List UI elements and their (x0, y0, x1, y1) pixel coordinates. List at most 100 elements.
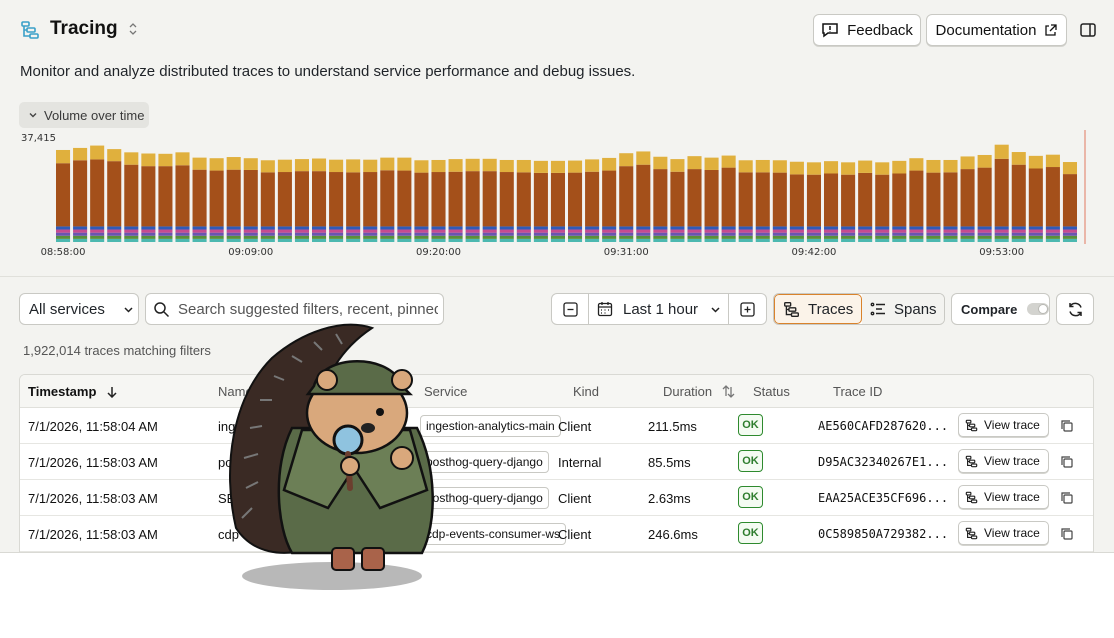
compare-toggle[interactable]: Compare (951, 293, 1050, 325)
chart-bar-secondary-segment[interactable] (414, 160, 429, 173)
chart-bar-primary-segment[interactable] (602, 170, 617, 227)
copy-icon[interactable] (1060, 491, 1074, 505)
chart-bar-secondary-segment[interactable] (636, 151, 651, 165)
chart-bar-primary-segment[interactable] (260, 172, 275, 227)
chart-bar-primary-segment[interactable] (73, 160, 88, 227)
chart-bar-primary-segment[interactable] (209, 170, 224, 227)
chart-bar-primary-segment[interactable] (243, 169, 258, 227)
chart-bar-secondary-segment[interactable] (226, 157, 241, 170)
chart-bar-primary-segment[interactable] (516, 172, 531, 227)
chart-bar-secondary-segment[interactable] (448, 159, 463, 172)
chart-bar-secondary-segment[interactable] (158, 153, 173, 167)
chart-bar-primary-segment[interactable] (892, 173, 907, 227)
chart-bar-primary-segment[interactable] (107, 161, 122, 227)
chart-bar-primary-segment[interactable] (858, 172, 873, 227)
chart-bar-primary-segment[interactable] (448, 171, 463, 227)
chart-bar-secondary-segment[interactable] (875, 162, 890, 175)
chart-bar-secondary-segment[interactable] (533, 160, 548, 173)
chart-bar-secondary-segment[interactable] (499, 159, 514, 173)
search-input[interactable] (178, 300, 438, 318)
chart-bar-secondary-segment[interactable] (772, 160, 787, 173)
view-trace-button[interactable]: View trace (958, 413, 1049, 437)
sort-icon[interactable] (722, 385, 735, 398)
chart-bar-primary-segment[interactable] (175, 165, 190, 227)
chart-bar-primary-segment[interactable] (824, 173, 839, 227)
chart-bar-secondary-segment[interactable] (209, 158, 224, 171)
chart-bar-primary-segment[interactable] (687, 169, 702, 227)
chart-bar-secondary-segment[interactable] (56, 149, 71, 164)
chart-bar-primary-segment[interactable] (465, 171, 480, 227)
chart-bar-primary-segment[interactable] (994, 158, 1009, 227)
chart-bar-primary-segment[interactable] (1045, 167, 1060, 227)
time-range-select[interactable]: Last 1 hour (589, 294, 729, 324)
chart-bar-secondary-segment[interactable] (977, 154, 992, 168)
chart-bar-primary-segment[interactable] (943, 172, 958, 227)
table-row[interactable]: 7/1/2026, 11:58:03 AM cdp cdp-events-con… (20, 516, 1093, 552)
chart-bar-primary-segment[interactable] (550, 172, 565, 227)
chart-bar-secondary-segment[interactable] (431, 159, 446, 173)
chart-bar-secondary-segment[interactable] (397, 157, 412, 171)
chart-bar-secondary-segment[interactable] (687, 156, 702, 170)
services-select[interactable]: All services (19, 293, 139, 325)
chart-bar-secondary-segment[interactable] (960, 156, 975, 170)
zoom-in-button[interactable] (729, 294, 766, 324)
chart-bar-primary-segment[interactable] (585, 171, 600, 227)
chart-bar-primary-segment[interactable] (960, 169, 975, 227)
chart-bar-primary-segment[interactable] (738, 172, 753, 227)
chart-bar-primary-segment[interactable] (568, 172, 583, 227)
chart-bar-secondary-segment[interactable] (277, 159, 292, 173)
tab-spans[interactable]: Spans (862, 294, 944, 324)
chart-bar-primary-segment[interactable] (90, 159, 105, 227)
chart-bar-primary-segment[interactable] (380, 170, 395, 227)
view-trace-button[interactable]: View trace (958, 449, 1049, 473)
chart-bar-secondary-segment[interactable] (1011, 152, 1026, 165)
chart-bar-secondary-segment[interactable] (141, 153, 156, 167)
chart-bar-secondary-segment[interactable] (90, 145, 105, 160)
table-row[interactable]: 7/1/2026, 11:58:04 AM inges ingestion-an… (20, 408, 1093, 444)
chart-bar-secondary-segment[interactable] (653, 156, 668, 170)
chart-bar-secondary-segment[interactable] (346, 159, 361, 173)
view-trace-button[interactable]: View trace (958, 485, 1049, 509)
chart-bar-secondary-segment[interactable] (789, 161, 804, 175)
chart-bar-secondary-segment[interactable] (892, 160, 907, 174)
chart-bar-secondary-segment[interactable] (858, 160, 873, 173)
chart-bar-secondary-segment[interactable] (721, 155, 736, 168)
chart-bar-primary-segment[interactable] (499, 172, 514, 227)
chart-bar-secondary-segment[interactable] (909, 158, 924, 171)
zoom-out-button[interactable] (552, 294, 589, 324)
chart-bar-primary-segment[interactable] (312, 171, 327, 227)
chart-bar-primary-segment[interactable] (363, 172, 378, 227)
chart-bar-primary-segment[interactable] (277, 172, 292, 227)
chart-bar-secondary-segment[interactable] (312, 158, 327, 172)
chart-bar-secondary-segment[interactable] (806, 162, 821, 175)
chart-bar-secondary-segment[interactable] (243, 158, 258, 170)
chart-bar-primary-segment[interactable] (1011, 164, 1026, 227)
chart-bar-secondary-segment[interactable] (1062, 162, 1077, 175)
chart-bar-secondary-segment[interactable] (294, 159, 309, 172)
chart-bar-secondary-segment[interactable] (175, 152, 190, 166)
chart-bar-primary-segment[interactable] (124, 164, 139, 227)
refresh-button[interactable] (1056, 293, 1094, 325)
chart-bar-primary-segment[interactable] (294, 171, 309, 227)
chart-bar-primary-segment[interactable] (482, 171, 497, 227)
chart-bar-primary-segment[interactable] (1028, 168, 1043, 227)
chart-bar-primary-segment[interactable] (789, 174, 804, 227)
copy-icon[interactable] (1060, 419, 1074, 433)
chart-bar-secondary-segment[interactable] (363, 159, 378, 173)
chart-bar-primary-segment[interactable] (56, 163, 71, 227)
chart-bar-secondary-segment[interactable] (465, 158, 480, 172)
table-row[interactable]: 7/1/2026, 11:58:03 AM SE posthog-query-d… (20, 480, 1093, 516)
chart-bar-secondary-segment[interactable] (260, 160, 275, 173)
chart-bar-secondary-segment[interactable] (738, 160, 753, 173)
chart-bar-primary-segment[interactable] (670, 171, 685, 227)
table-row[interactable]: 7/1/2026, 11:58:03 AM pos posthog-query-… (20, 444, 1093, 480)
chart-bar-secondary-segment[interactable] (329, 159, 344, 173)
chart-bar-secondary-segment[interactable] (380, 157, 395, 171)
chart-bar-primary-segment[interactable] (158, 166, 173, 227)
chart-bar-secondary-segment[interactable] (755, 159, 770, 173)
chart-bar-secondary-segment[interactable] (994, 144, 1009, 159)
chart-bar-secondary-segment[interactable] (619, 153, 634, 167)
chart-bar-secondary-segment[interactable] (824, 161, 839, 174)
col-trace-id[interactable]: Trace ID (833, 384, 882, 399)
chart-bar-secondary-segment[interactable] (841, 162, 856, 175)
